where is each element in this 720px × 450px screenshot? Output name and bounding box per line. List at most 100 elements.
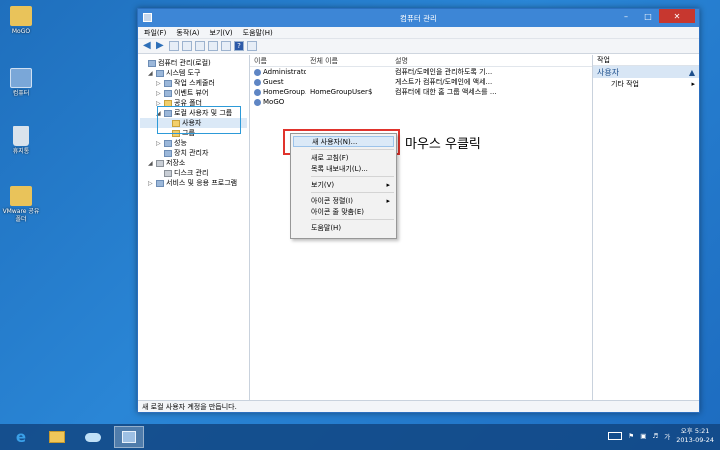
computer-management-icon bbox=[122, 431, 136, 443]
close-button[interactable]: ✕ bbox=[659, 9, 695, 23]
submenu-arrow-icon: ▸ bbox=[386, 180, 390, 189]
title-bar[interactable]: 컴퓨터 관리 – □ ✕ bbox=[138, 9, 699, 27]
tree-item[interactable]: ◢ 저장소 bbox=[140, 158, 247, 168]
expand-toggle-icon[interactable]: ◢ bbox=[148, 70, 156, 77]
taskbar-ie[interactable]: e bbox=[6, 426, 36, 448]
clock[interactable]: 오후 5:21 2013-09-24 bbox=[676, 427, 714, 445]
expand-toggle-icon[interactable]: ▷ bbox=[148, 180, 156, 187]
menu-view[interactable]: 보기(V) bbox=[210, 28, 233, 38]
list-header: 이름 전체 이름 설명 bbox=[250, 55, 592, 67]
tree-item[interactable]: ▷ 성능 bbox=[140, 138, 247, 148]
more-actions-item[interactable]: 기타 작업 ▸ bbox=[593, 78, 699, 89]
context-menu-item-label: 아이콘 줄 맞춤(E) bbox=[311, 207, 364, 216]
taskbar-computer-management[interactable] bbox=[114, 426, 144, 448]
cloud-icon bbox=[85, 432, 101, 442]
export-list-icon[interactable] bbox=[195, 41, 205, 51]
expand-toggle-icon[interactable]: ▷ bbox=[156, 90, 164, 97]
tree-item[interactable]: ▷ 이벤트 뷰어 bbox=[140, 88, 247, 98]
tree-item-label: 컴퓨터 관리(로컬) bbox=[158, 59, 211, 67]
context-menu-item[interactable]: 아이콘 줄 맞춤(E) bbox=[291, 206, 396, 217]
tree-item[interactable]: ▷ 작업 스케줄러 bbox=[140, 78, 247, 88]
tree-item-label: 디스크 관리 bbox=[174, 169, 209, 177]
action-pane-icon[interactable] bbox=[247, 41, 257, 51]
tool-icon bbox=[164, 89, 172, 97]
app-icon bbox=[143, 13, 152, 22]
cell-name-text: HomeGroup... bbox=[263, 88, 306, 96]
up-folder-icon[interactable] bbox=[169, 41, 179, 51]
status-text: 새 로컬 사용자 계정을 만듭니다. bbox=[142, 402, 237, 411]
context-menu-item[interactable]: 새 사용자(N)... bbox=[293, 136, 394, 147]
desktop-icon-recycle-bin[interactable]: 휴지통 bbox=[2, 126, 40, 156]
taskbar: e ⚑ ▣ ♬ 가 오후 5:21 2013-09-24 bbox=[0, 424, 720, 450]
desktop-icon-mogo[interactable]: MoGO bbox=[2, 6, 40, 36]
tree-item[interactable]: 컴퓨터 관리(로컬) bbox=[140, 58, 247, 68]
folder-icon bbox=[10, 6, 32, 26]
show-hide-tree-icon[interactable] bbox=[182, 41, 192, 51]
context-menu-item-label: 목록 내보내기(L)... bbox=[311, 164, 368, 173]
context-menu: 새 사용자(N)... 새로 고침(F) 목록 내보내기(L)... 보기(V) ▸ 아이… bbox=[290, 133, 397, 239]
collapse-caret-icon[interactable]: ▲ bbox=[689, 68, 695, 77]
column-header-fullname[interactable]: 전체 이름 bbox=[306, 56, 391, 66]
context-menu-item[interactable]: 아이콘 정렬(I) ▸ bbox=[291, 195, 396, 206]
tree-item[interactable]: ◢ 시스템 도구 bbox=[140, 68, 247, 78]
properties-icon[interactable] bbox=[221, 41, 231, 51]
desktop-icon-vmware-share[interactable]: VMware 공유 폴더 bbox=[2, 186, 40, 224]
taskbar-cloud[interactable] bbox=[78, 426, 108, 448]
cell-name-text: Administrator bbox=[263, 68, 306, 76]
expand-toggle-icon[interactable]: ▷ bbox=[156, 140, 164, 147]
table-row[interactable]: Administrator 컴퓨터/도메인을 관리하도록 기... bbox=[250, 67, 592, 77]
network-icon[interactable]: ▣ bbox=[640, 432, 646, 440]
window-title: 컴퓨터 관리 bbox=[400, 13, 437, 23]
internet-explorer-icon: e bbox=[15, 428, 27, 446]
minimize-button[interactable]: – bbox=[615, 9, 637, 23]
table-row[interactable]: HomeGroup... HomeGroupUser$ 컴퓨터에 대한 홈 그룹 액… bbox=[250, 87, 592, 97]
clock-date: 2013-09-24 bbox=[676, 436, 714, 444]
context-menu-item[interactable]: 목록 내보내기(L)... bbox=[291, 163, 396, 174]
maximize-button[interactable]: □ bbox=[637, 9, 659, 23]
cell-description: 게스트가 컴퓨터/도메인에 액세... bbox=[395, 78, 493, 86]
forward-arrow-icon[interactable]: ▶ bbox=[156, 41, 166, 51]
context-menu-item[interactable]: 새로 고침(F) bbox=[291, 152, 396, 163]
actions-section-users[interactable]: 사용자 ▲ bbox=[593, 66, 699, 78]
menu-bar: 파일(F) 동작(A) 보기(V) 도움말(H) bbox=[138, 27, 699, 39]
cell-name-text: Guest bbox=[263, 78, 284, 86]
system-tray: ⚑ ▣ ♬ 가 오후 5:21 2013-09-24 bbox=[608, 427, 714, 445]
tree-item[interactable]: 장치 관리자 bbox=[140, 148, 247, 158]
table-row[interactable]: MoGO bbox=[250, 97, 592, 107]
tool-icon bbox=[164, 139, 172, 147]
expand-toggle-icon[interactable]: ◢ bbox=[148, 160, 156, 167]
expand-toggle-icon[interactable]: ▷ bbox=[156, 80, 164, 87]
cell-name: Administrator bbox=[250, 68, 306, 76]
table-row[interactable]: Guest 게스트가 컴퓨터/도메인에 액세... bbox=[250, 77, 592, 87]
more-actions-label: 기타 작업 bbox=[611, 79, 639, 88]
desktop-icon-label: 휴지통 bbox=[12, 148, 30, 155]
menu-help[interactable]: 도움말(H) bbox=[243, 28, 273, 38]
context-menu-item[interactable]: 도움말(H) bbox=[291, 222, 396, 233]
help-icon[interactable]: ? bbox=[234, 41, 244, 51]
tool-icon bbox=[164, 79, 172, 87]
submenu-arrow-icon: ▸ bbox=[386, 196, 390, 205]
menu-file[interactable]: 파일(F) bbox=[144, 28, 166, 38]
keyboard-icon[interactable] bbox=[608, 432, 623, 440]
computer-icon bbox=[10, 68, 32, 88]
tree-item[interactable]: 디스크 관리 bbox=[140, 168, 247, 178]
tree-item[interactable]: ▷ 서비스 및 응용 프로그램 bbox=[140, 178, 247, 188]
refresh-icon[interactable] bbox=[208, 41, 218, 51]
annotation-label: 마우스 우클릭 bbox=[405, 137, 481, 152]
column-header-name[interactable]: 이름 bbox=[250, 56, 306, 66]
back-arrow-icon[interactable]: ◀ bbox=[143, 41, 153, 51]
ime-icon[interactable]: 가 bbox=[664, 431, 670, 441]
context-menu-item[interactable]: 보기(V) ▸ bbox=[291, 179, 396, 190]
menu-action[interactable]: 동작(A) bbox=[176, 28, 199, 38]
column-header-description[interactable]: 설명 bbox=[391, 56, 592, 66]
user-icon bbox=[254, 78, 261, 86]
actions-section-label: 사용자 bbox=[597, 67, 620, 77]
actions-pane: 작업 사용자 ▲ 기타 작업 ▸ bbox=[593, 55, 699, 400]
toolbar: ◀ ▶ ? bbox=[138, 39, 699, 54]
taskbar-explorer[interactable] bbox=[42, 426, 72, 448]
flag-icon[interactable]: ⚑ bbox=[628, 432, 634, 440]
volume-icon[interactable]: ♬ bbox=[652, 432, 658, 440]
tree-item-label: 서비스 및 응용 프로그램 bbox=[166, 179, 238, 187]
desktop-icon-label: MoGO bbox=[11, 28, 31, 35]
desktop-icon-computer[interactable]: 컴퓨터 bbox=[2, 68, 40, 98]
